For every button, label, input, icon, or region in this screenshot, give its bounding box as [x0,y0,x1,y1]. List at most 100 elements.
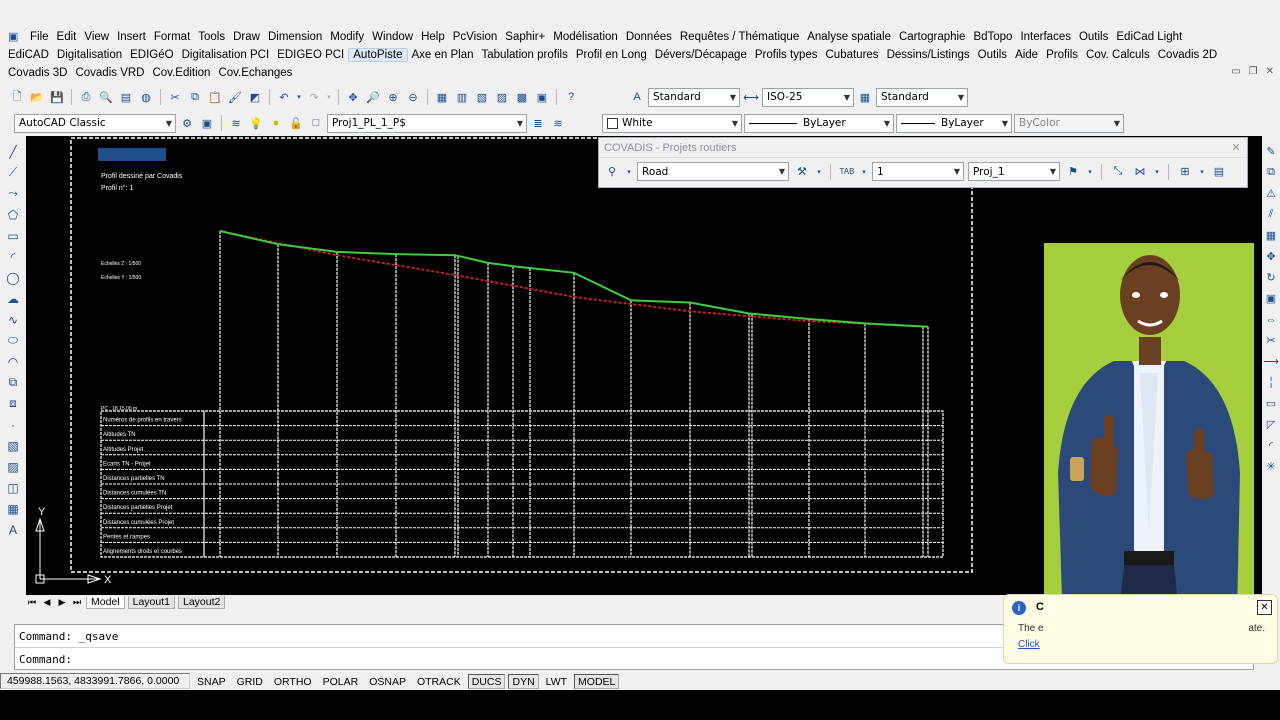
preview-icon[interactable]: 🔍 [97,88,115,106]
publish-icon[interactable]: ▤ [117,88,135,106]
chevron-down-icon[interactable]: ▾ [815,163,823,181]
text-style-select[interactable]: Standard ▼ [648,87,740,107]
offset-icon[interactable]: ⫽ [1263,205,1279,224]
menu-item-tools[interactable]: Tools [194,31,229,43]
layer-previous-icon[interactable]: ≋ [549,114,567,132]
menu-item-autopiste[interactable]: AutoPiste [348,48,408,62]
cross-section-icon[interactable]: ⋈ [1131,163,1149,181]
redo-dropdown-icon[interactable]: ▾ [325,88,333,106]
menu-item-cartographie[interactable]: Cartographie [895,31,969,43]
arc-icon[interactable]: ◜ [3,247,23,266]
fillet-icon[interactable]: ◜ [1263,436,1279,455]
menu-item-interfaces[interactable]: Interfaces [1016,31,1075,43]
menu-item-cov-edition[interactable]: Cov.Edition [148,67,214,79]
polygon-icon[interactable]: ⬠ [3,205,23,224]
move-icon[interactable]: ✥ [1263,247,1279,266]
text-style-icon[interactable]: A [628,88,646,106]
menu-item-dimension[interactable]: Dimension [264,31,326,43]
menu-item-dessins-listings[interactable]: Dessins/Listings [883,49,974,61]
extend-icon[interactable]: ⟶ [1263,352,1279,371]
pan-icon[interactable]: ✥ [344,88,362,106]
menu-item-bdtopo[interactable]: BdTopo [969,31,1016,43]
chevron-down-icon[interactable]: ▾ [625,163,633,181]
block-editor-icon[interactable]: ◩ [246,88,264,106]
close-icon[interactable]: ✕ [1257,600,1272,615]
close-icon[interactable]: ✕ [1266,66,1274,77]
sun-icon[interactable]: ● [267,114,285,132]
lightbulb-icon[interactable]: 💡 [247,114,265,132]
menu-item-edigeo-pci[interactable]: EDIGEO PCI [273,49,348,61]
first-tab-icon[interactable]: ⏮ [26,597,38,608]
chevron-down-icon[interactable]: ▾ [860,163,868,181]
sheet-set-icon[interactable]: ▨ [493,88,511,106]
join-icon[interactable]: ▭ [1263,394,1279,413]
menu-item-edicad[interactable]: EdiCAD [4,49,53,61]
prev-tab-icon[interactable]: ◀ [41,597,53,608]
menu-item-requ-tes-th-matique[interactable]: Requêtes / Thématique [676,31,803,43]
hatch-icon[interactable]: ▧ [3,436,23,455]
menu-item-edig-o[interactable]: EDIGéO [126,49,177,61]
globe-icon[interactable]: ◍ [137,88,155,106]
axis-tool-icon[interactable]: ⤡ [1109,163,1127,181]
properties-icon[interactable]: ▦ [433,88,451,106]
erase-icon[interactable]: ✎ [1263,142,1279,161]
match-properties-icon[interactable]: 🖌 [226,88,244,106]
toggle-ducs[interactable]: DUCS [467,673,506,689]
copy-object-icon[interactable]: ⧉ [1263,163,1279,182]
menu-item-profils[interactable]: Profils [1042,49,1082,61]
undo-icon[interactable]: ↶ [275,88,293,106]
break-icon[interactable]: ╎ [1263,373,1279,392]
lock-icon[interactable]: 🔓 [287,114,305,132]
menu-item-profils-types[interactable]: Profils types [751,49,822,61]
revision-cloud-icon[interactable]: ☁ [3,289,23,308]
rectangle-icon[interactable]: ▭ [3,226,23,245]
save-icon[interactable]: 💾 [48,88,66,106]
dim-style-icon[interactable]: ⟷ [742,88,760,106]
tool-palettes-icon[interactable]: ▧ [473,88,491,106]
menu-item-donn-es[interactable]: Données [622,31,676,43]
menu-item-edit[interactable]: Edit [53,31,81,43]
menu-item-edicad-light[interactable]: EdiCad Light [1112,31,1186,43]
project-name-select[interactable]: Proj_1 ▼ [968,162,1060,181]
menu-item-cov-calculs[interactable]: Cov. Calculs [1082,49,1154,61]
menu-item-modify[interactable]: Modify [326,31,368,43]
menu-item-outils[interactable]: Outils [1075,31,1112,43]
linetype-select[interactable]: ByLayer ▼ [744,113,894,133]
chevron-down-icon[interactable]: ▾ [1198,163,1206,181]
make-current-icon[interactable]: ≣ [529,114,547,132]
stretch-icon[interactable]: ⇔ [1263,310,1279,329]
menu-item-view[interactable]: View [80,31,113,43]
construction-line-icon[interactable]: ⟋ [3,163,23,182]
tab-model[interactable]: Model [86,596,125,609]
explode-icon[interactable]: ✳ [1263,457,1279,476]
markup-icon[interactable]: ▩ [513,88,531,106]
zoom-realtime-icon[interactable]: 🔎 [364,88,382,106]
next-tab-icon[interactable]: ▶ [56,597,68,608]
tab-layout2[interactable]: Layout2 [177,596,226,609]
array-icon[interactable]: ▦ [1263,226,1279,245]
toggle-polar[interactable]: POLAR [319,674,363,689]
point-icon[interactable]: · [3,415,23,434]
menu-item-window[interactable]: Window [368,31,417,43]
menu-item-format[interactable]: Format [150,31,194,43]
workspace-select[interactable]: AutoCAD Classic ▼ [14,113,176,133]
menu-item-digitalisation-pci[interactable]: Digitalisation PCI [178,49,274,61]
print-icon[interactable]: ⎙ [77,88,95,106]
table-style-select[interactable]: Standard ▼ [876,87,968,107]
menu-item-aide[interactable]: Aide [1011,49,1042,61]
ellipse-icon[interactable]: ⬭ [3,331,23,350]
layer-manager-icon[interactable]: ≋ [227,114,245,132]
menu-item-covadis-vrd[interactable]: Covadis VRD [71,67,148,79]
chevron-down-icon[interactable]: ▾ [1086,163,1094,181]
minimize-icon[interactable]: ▭ [1231,66,1240,77]
toggle-grid[interactable]: GRID [233,674,267,689]
menu-item-draw[interactable]: Draw [229,31,264,43]
undo-dropdown-icon[interactable]: ▾ [295,88,303,106]
toggle-lwt[interactable]: LWT [542,674,571,689]
menu-item-tabulation-profils[interactable]: Tabulation profils [478,49,572,61]
toggle-model[interactable]: MODEL [574,673,620,689]
table-style-icon[interactable]: ▦ [856,88,874,106]
multiline-text-icon[interactable]: A [3,520,23,539]
design-center-icon[interactable]: ▥ [453,88,471,106]
new-icon[interactable]: 🗋 [8,88,26,106]
